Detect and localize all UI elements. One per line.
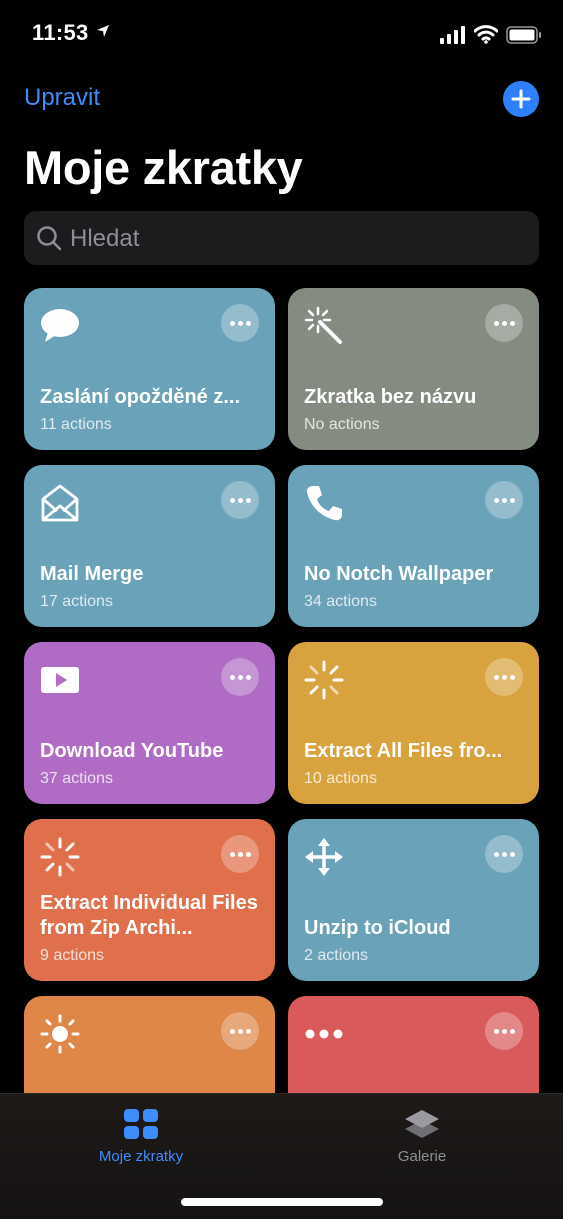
- shortcut-name: Zaslání opožděné z...: [40, 386, 241, 408]
- more-options-button[interactable]: [221, 481, 259, 519]
- open-envelope-icon: [41, 484, 79, 522]
- shortcut-name: Extract Individual Files from Zip Archi.…: [40, 892, 258, 939]
- more-options-button[interactable]: [221, 1012, 259, 1050]
- phone-icon: [306, 486, 342, 521]
- more-options-button[interactable]: [485, 481, 523, 519]
- shortcut-name: No Notch Wallpaper: [304, 563, 494, 585]
- move-arrows-icon: [305, 838, 343, 876]
- plus-icon: [511, 89, 531, 109]
- cellular-signal-icon: [440, 26, 465, 44]
- home-indicator: [181, 1198, 383, 1206]
- shortcut-action-count: 2 actions: [304, 947, 369, 964]
- page-title: Moje zkratky: [24, 141, 303, 194]
- sun-icon: [40, 1014, 80, 1054]
- more-options-button[interactable]: [485, 304, 523, 342]
- shortcut-action-count: 34 actions: [304, 593, 377, 610]
- layers-icon: [405, 1110, 439, 1138]
- more-options-button[interactable]: [221, 835, 259, 873]
- tab-gallery[interactable]: Galerie: [322, 1094, 522, 1184]
- tab-label: Moje zkratky: [98, 1148, 184, 1165]
- shortcut-name: Unzip to iCloud: [304, 917, 451, 939]
- shortcut-card[interactable]: Download YouTube 37 actions: [24, 642, 275, 804]
- shortcut-card[interactable]: Unzip to iCloud 2 actions: [288, 819, 539, 981]
- shortcut-name: Extract All Files fro...: [304, 740, 503, 762]
- shortcut-card[interactable]: Zkratka bez názvu No actions: [288, 288, 539, 450]
- shortcut-card[interactable]: Extract Individual Files from Zip Archi.…: [24, 819, 275, 981]
- shortcut-card[interactable]: Extract All Files fro... 10 actions: [288, 642, 539, 804]
- add-shortcut-button[interactable]: [503, 81, 539, 117]
- message-bubble-icon: [41, 309, 79, 342]
- search-icon: [37, 226, 62, 251]
- more-options-button[interactable]: [485, 1012, 523, 1050]
- shortcut-action-count: 37 actions: [40, 770, 113, 787]
- shortcut-card[interactable]: Mail Merge 17 actions: [24, 465, 275, 627]
- shortcut-card[interactable]: No Notch Wallpaper 34 actions: [288, 465, 539, 627]
- search-input[interactable]: [68, 211, 532, 267]
- location-arrow-icon: [97, 25, 109, 37]
- shortcut-name: Download YouTube: [40, 740, 224, 762]
- loading-spinner-icon: [304, 660, 344, 700]
- grid-icon: [124, 1109, 158, 1139]
- search-bar[interactable]: [24, 211, 539, 267]
- shortcut-action-count: 9 actions: [40, 947, 105, 964]
- shortcut-name: Mail Merge: [40, 563, 144, 585]
- more-options-button[interactable]: [221, 304, 259, 342]
- shortcut-action-count: 11 actions: [40, 416, 112, 433]
- magic-wand-icon: [304, 306, 342, 344]
- shortcut-action-count: 10 actions: [304, 770, 377, 787]
- shortcut-action-count: No actions: [304, 416, 380, 433]
- shortcut-action-count: 17 actions: [40, 593, 113, 610]
- wifi-icon: [474, 25, 498, 44]
- tab-label: Galerie: [397, 1148, 447, 1165]
- loading-spinner-icon: [40, 837, 80, 877]
- edit-button[interactable]: Upravit: [24, 84, 100, 112]
- more-options-button[interactable]: [485, 658, 523, 696]
- shortcut-name: Zkratka bez názvu: [304, 386, 477, 408]
- play-video-icon: [41, 667, 79, 693]
- more-options-button[interactable]: [485, 835, 523, 873]
- shortcut-card[interactable]: Zaslání opožděné z... 11 actions: [24, 288, 275, 450]
- ellipsis-icon: [305, 1029, 343, 1039]
- status-time: 11:53: [32, 20, 89, 45]
- more-options-button[interactable]: [221, 658, 259, 696]
- status-bar: 11:53: [0, 0, 563, 70]
- battery-icon: [506, 26, 541, 44]
- tab-my-shortcuts[interactable]: Moje zkratky: [41, 1094, 241, 1184]
